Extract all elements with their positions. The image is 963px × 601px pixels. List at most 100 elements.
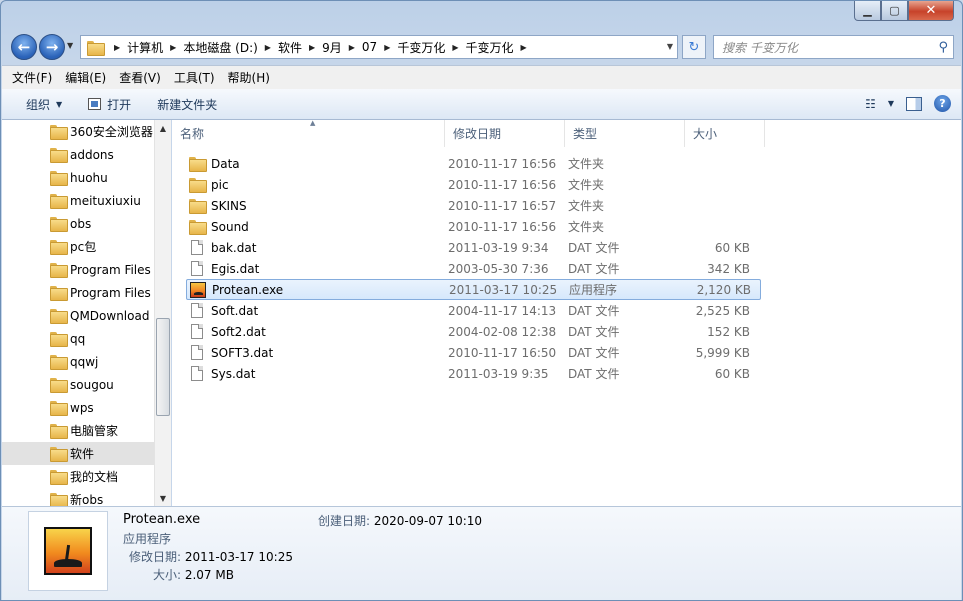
file-row[interactable]: Data 2010-11-17 16:56 文件夹 bbox=[186, 153, 761, 174]
details-created: 创建日期: 2020-09-07 10:10 bbox=[318, 512, 482, 529]
address-bar[interactable]: ▶ 计算机 ▶ 本地磁盘 (D:) ▶ 软件 ▶ 9月 ▶ 07 ▶ 千变万化 … bbox=[80, 35, 678, 59]
close-button[interactable]: ✕ bbox=[908, 1, 954, 21]
chevron-right-icon[interactable]: ▶ bbox=[452, 43, 458, 52]
column-size-label: 大小 bbox=[693, 127, 718, 141]
nav-item-label: 我的文档 bbox=[70, 470, 119, 484]
preview-pane-icon[interactable] bbox=[906, 96, 922, 111]
folder-icon bbox=[50, 125, 68, 140]
file-name: Sys.dat bbox=[211, 366, 256, 381]
nav-item-my-documents[interactable]: 我的文档 bbox=[2, 465, 170, 488]
column-header-date[interactable]: 修改日期 bbox=[445, 120, 565, 147]
help-icon[interactable]: ? bbox=[934, 95, 951, 112]
protean-app-icon bbox=[44, 527, 92, 575]
nav-item-qmdownload[interactable]: QMDownload bbox=[2, 304, 170, 327]
column-header-type[interactable]: 类型 bbox=[565, 120, 685, 147]
nav-item-label: Program Files bbox=[70, 262, 151, 277]
breadcrumb: ▶ 计算机 ▶ 本地磁盘 (D:) ▶ 软件 ▶ 9月 ▶ 07 ▶ 千变万化 … bbox=[107, 39, 534, 56]
breadcrumb-computer[interactable]: 计算机 bbox=[127, 39, 163, 56]
address-dropdown-icon[interactable]: ▼ bbox=[667, 42, 673, 51]
nav-item-label: 360安全浏览器 bbox=[70, 125, 153, 139]
menu-file[interactable]: 文件(F) bbox=[12, 69, 52, 86]
file-row[interactable]: Egis.dat 2003-05-30 7:36 DAT 文件 342 KB bbox=[186, 258, 761, 279]
nav-item-360browser[interactable]: 360安全浏览器 bbox=[2, 120, 170, 143]
forward-button[interactable]: → bbox=[39, 34, 65, 60]
menu-tools[interactable]: 工具(T) bbox=[174, 69, 215, 86]
file-type: DAT 文件 bbox=[568, 241, 620, 255]
chevron-right-icon[interactable]: ▶ bbox=[349, 43, 355, 52]
nav-item-meituxiuxiu[interactable]: meituxiuxiu bbox=[2, 189, 170, 212]
chevron-right-icon[interactable]: ▶ bbox=[114, 43, 120, 52]
nav-item-qqwj[interactable]: qqwj bbox=[2, 350, 170, 373]
file-row-selected[interactable]: Protean.exe 2011-03-17 10:25 应用程序 2,120 KB bbox=[186, 279, 761, 300]
chevron-right-icon[interactable]: ▶ bbox=[521, 43, 527, 52]
nav-item-pcbao[interactable]: pc包 bbox=[2, 235, 170, 258]
breadcrumb-drive-d[interactable]: 本地磁盘 (D:) bbox=[183, 39, 257, 56]
file-row[interactable]: bak.dat 2011-03-19 9:34 DAT 文件 60 KB bbox=[186, 237, 761, 258]
file-row[interactable]: pic 2010-11-17 16:56 文件夹 bbox=[186, 174, 761, 195]
chevron-right-icon[interactable]: ▶ bbox=[265, 43, 271, 52]
new-folder-button[interactable]: 新建文件夹 bbox=[157, 96, 217, 113]
search-input[interactable]: 搜索 千变万化 ⚲ bbox=[713, 35, 954, 59]
file-type: DAT 文件 bbox=[568, 367, 620, 381]
nav-item-pc-manager[interactable]: 电脑管家 bbox=[2, 419, 170, 442]
breadcrumb-september[interactable]: 9月 bbox=[322, 39, 342, 56]
file-row[interactable]: Soft2.dat 2004-02-08 12:38 DAT 文件 152 KB bbox=[186, 321, 761, 342]
refresh-button[interactable]: ↻ bbox=[682, 35, 706, 59]
file-row[interactable]: Soft.dat 2004-11-17 14:13 DAT 文件 2,525 KB bbox=[186, 300, 761, 321]
file-size: 152 KB bbox=[707, 324, 750, 339]
folder-icon bbox=[50, 424, 68, 439]
file-row[interactable]: Sound 2010-11-17 16:56 文件夹 bbox=[186, 216, 761, 237]
folder-icon bbox=[50, 401, 68, 416]
nav-item-obs[interactable]: obs bbox=[2, 212, 170, 235]
breadcrumb-07[interactable]: 07 bbox=[362, 40, 377, 54]
menu-help[interactable]: 帮助(H) bbox=[228, 69, 270, 86]
nav-item-new-obs[interactable]: 新obs bbox=[2, 488, 170, 506]
chevron-right-icon[interactable]: ▶ bbox=[384, 43, 390, 52]
column-header-name[interactable]: 名称 bbox=[172, 120, 445, 147]
nav-item-wps[interactable]: wps bbox=[2, 396, 170, 419]
window-controls: ▁ ▢ ✕ bbox=[854, 1, 954, 21]
file-row[interactable]: SOFT3.dat 2010-11-17 16:50 DAT 文件 5,999 KB bbox=[186, 342, 761, 363]
modified-value: 2011-03-17 10:25 bbox=[184, 550, 293, 564]
nav-scrollbar[interactable]: ▲ ▼ bbox=[154, 120, 171, 506]
nav-item-program-files-1[interactable]: Program Files bbox=[2, 258, 170, 281]
scroll-down-icon[interactable]: ▼ bbox=[155, 490, 171, 506]
maximize-button[interactable]: ▢ bbox=[881, 1, 908, 21]
file-row[interactable]: SKINS 2010-11-17 16:57 文件夹 bbox=[186, 195, 761, 216]
column-name-label: 名称 bbox=[180, 127, 205, 141]
menu-edit[interactable]: 编辑(E) bbox=[65, 69, 106, 86]
breadcrumb-qianbian-2[interactable]: 千变万化 bbox=[466, 39, 514, 56]
nav-item-huohu[interactable]: huohu bbox=[2, 166, 170, 189]
minimize-button[interactable]: ▁ bbox=[854, 1, 881, 21]
back-button[interactable]: ← bbox=[11, 34, 37, 60]
file-type: DAT 文件 bbox=[568, 304, 620, 318]
folder-icon bbox=[50, 378, 68, 393]
file-name: Egis.dat bbox=[211, 261, 260, 276]
view-mode-icon[interactable]: ☷ bbox=[865, 97, 876, 111]
file-row[interactable]: Sys.dat 2011-03-19 9:35 DAT 文件 60 KB bbox=[186, 363, 761, 384]
nav-item-program-files-2[interactable]: Program Files bbox=[2, 281, 170, 304]
column-header-size[interactable]: 大小 bbox=[685, 120, 765, 147]
folder-icon bbox=[50, 194, 68, 209]
search-icon[interactable]: ⚲ bbox=[938, 40, 948, 55]
column-headers: 名称 修改日期 类型 大小 bbox=[172, 120, 961, 147]
nav-item-software[interactable]: 软件 bbox=[2, 442, 170, 465]
scroll-thumb[interactable] bbox=[156, 318, 170, 416]
organize-button[interactable]: 组织 ▼ bbox=[26, 96, 62, 113]
scroll-up-icon[interactable]: ▲ bbox=[155, 120, 171, 136]
file-type: DAT 文件 bbox=[568, 325, 620, 339]
nav-item-sougou[interactable]: sougou bbox=[2, 373, 170, 396]
nav-item-label: Program Files bbox=[70, 285, 151, 300]
menu-view[interactable]: 查看(V) bbox=[119, 69, 161, 86]
nav-item-addons[interactable]: addons bbox=[2, 143, 170, 166]
open-button[interactable]: 打开 bbox=[88, 96, 131, 113]
breadcrumb-software[interactable]: 软件 bbox=[278, 39, 302, 56]
chevron-down-icon[interactable]: ▼ bbox=[888, 99, 894, 108]
nav-item-qq[interactable]: qq bbox=[2, 327, 170, 350]
file-type: 文件夹 bbox=[568, 178, 605, 192]
recent-pages-dropdown[interactable]: ▼ bbox=[67, 41, 73, 50]
breadcrumb-qianbian-1[interactable]: 千变万化 bbox=[397, 39, 445, 56]
open-label: 打开 bbox=[107, 97, 132, 112]
chevron-right-icon[interactable]: ▶ bbox=[309, 43, 315, 52]
chevron-right-icon[interactable]: ▶ bbox=[170, 43, 176, 52]
